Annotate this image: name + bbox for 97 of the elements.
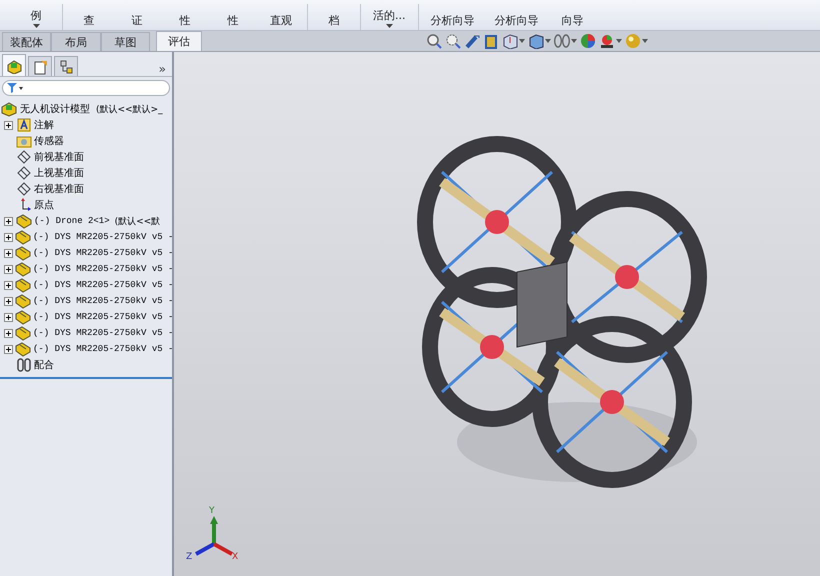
appearance-icon — [580, 33, 596, 49]
part-icon — [15, 245, 31, 261]
ribbon-button[interactable]: 分析向导 — [422, 13, 482, 30]
tab[interactable]: 草图 — [100, 32, 150, 51]
ribbon-button[interactable]: 向导 — [550, 13, 594, 30]
previous-view-icon — [464, 33, 480, 49]
scene-button[interactable] — [599, 32, 622, 50]
expand-icon[interactable] — [4, 296, 13, 306]
feature-tree-icon — [6, 58, 22, 74]
render-icon — [625, 33, 641, 49]
part-icon — [15, 293, 31, 309]
tree-item[interactable]: (-) Drone 2<1> — [34, 216, 110, 226]
assembly-icon — [1, 101, 17, 117]
ribbon-button[interactable]: 性 — [211, 13, 255, 30]
caret-icon — [519, 39, 525, 43]
z-axis-label: Z — [186, 552, 192, 562]
tab[interactable]: 装配体 — [2, 32, 52, 51]
expand-icon[interactable] — [4, 344, 13, 354]
tree-item[interactable]: (-) DYS MR2205-2750kV v5 - — [33, 248, 174, 258]
expand-icon[interactable] — [4, 216, 14, 226]
tree-item[interactable]: 注解 — [34, 118, 54, 132]
tree-item[interactable]: 配合 — [34, 358, 54, 372]
expand-icon[interactable] — [4, 328, 13, 338]
annotation-folder-icon — [16, 117, 32, 133]
tree-item[interactable]: 无人机设计模型 — [20, 102, 90, 116]
expand-icon[interactable] — [4, 264, 13, 274]
configuration-label: (默认<<默 — [114, 216, 160, 228]
expand-icon[interactable] — [4, 312, 13, 322]
tree-item[interactable]: 原点 — [34, 198, 54, 212]
view-orientation-icon — [502, 33, 518, 49]
configuration-label: (默认<<默认>_ — [96, 104, 163, 116]
expand-icon[interactable] — [4, 280, 13, 290]
expand-icon[interactable] — [4, 248, 13, 258]
filter-icon — [6, 82, 24, 94]
tree-item[interactable]: 上视基准面 — [34, 166, 84, 180]
ribbon-button[interactable]: 活的... — [365, 8, 414, 30]
feature-tree-tab[interactable] — [2, 54, 26, 76]
scene-icon — [599, 33, 615, 49]
ribbon-button[interactable]: 例 — [14, 8, 58, 30]
view-orientation-button[interactable] — [502, 32, 525, 50]
part-icon — [15, 229, 31, 245]
display-style-button[interactable] — [528, 32, 551, 50]
part-icon — [15, 309, 31, 325]
zoom-fit-button[interactable] — [426, 32, 442, 50]
caret-icon — [642, 39, 648, 43]
zoom-area-icon — [445, 33, 461, 49]
section-button[interactable] — [483, 32, 499, 50]
hide-show-button[interactable] — [554, 32, 577, 50]
tab[interactable]: 评估 — [156, 31, 202, 51]
tab[interactable]: 布局 — [51, 32, 101, 51]
tree-item[interactable]: (-) DYS MR2205-2750kV v5 - — [33, 296, 174, 306]
ribbon-button[interactable]: 档 — [312, 13, 356, 30]
filter-field[interactable] — [2, 80, 170, 96]
caret-icon — [545, 39, 551, 43]
caret-icon — [571, 39, 577, 43]
caret-icon — [386, 24, 393, 28]
ribbon-button[interactable]: 直观 — [259, 13, 303, 30]
property-icon — [32, 58, 48, 74]
tree-item[interactable]: (-) DYS MR2205-2750kV v5 - — [33, 312, 174, 322]
display-style-icon — [528, 33, 544, 49]
tree-item[interactable]: 前视基准面 — [34, 150, 84, 164]
caret-icon — [32, 24, 40, 28]
part-icon — [15, 277, 31, 293]
appearance-button[interactable] — [580, 32, 596, 50]
mates-icon — [16, 357, 32, 373]
caret-icon — [616, 39, 622, 43]
ribbon-button[interactable]: 性 — [163, 13, 207, 30]
hide-show-icon — [554, 33, 570, 49]
ribbon-button[interactable]: 证 — [115, 13, 159, 30]
tree-item[interactable]: (-) DYS MR2205-2750kV v5 - — [33, 232, 174, 242]
expand-button[interactable]: » — [154, 62, 170, 76]
part-icon — [16, 213, 32, 229]
plane-icon — [16, 149, 32, 165]
plane-icon — [16, 165, 32, 181]
zoom-area-button[interactable] — [445, 32, 461, 50]
expand-icon[interactable] — [4, 232, 13, 242]
tree-item[interactable]: (-) DYS MR2205-2750kV v5 - — [33, 344, 174, 354]
tree-item[interactable]: (-) DYS MR2205-2750kV v5 - — [33, 264, 174, 274]
tree-item[interactable]: 传感器 — [34, 134, 64, 148]
configuration-tab[interactable] — [54, 56, 78, 76]
render-button[interactable] — [625, 32, 648, 50]
section-icon — [483, 33, 499, 49]
tree-item[interactable]: 右视基准面 — [34, 182, 84, 196]
property-tab[interactable] — [28, 56, 52, 76]
zoom-fit-icon — [426, 33, 442, 49]
ribbon-button[interactable]: 查 — [67, 13, 111, 30]
y-axis-label: Y — [209, 506, 214, 516]
part-icon — [15, 261, 31, 277]
part-icon — [15, 341, 31, 357]
configuration-icon — [58, 58, 74, 74]
expand-icon[interactable] — [4, 120, 14, 130]
part-icon — [15, 325, 31, 341]
plane-icon — [16, 181, 32, 197]
ribbon-button[interactable]: 分析向导 — [486, 13, 546, 30]
tree-item[interactable]: (-) DYS MR2205-2750kV v5 - — [33, 328, 174, 338]
x-axis-label: X — [232, 552, 238, 562]
tree-item[interactable]: (-) DYS MR2205-2750kV v5 - — [33, 280, 174, 290]
